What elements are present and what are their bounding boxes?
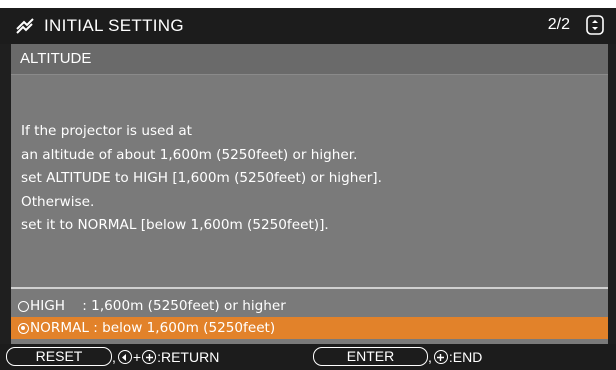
option-label: HIGH : 1,600m (5250feet) or higher [30,298,286,314]
end-hint: , :END [428,349,483,365]
title-bar: INITIAL SETTING 2/2 [0,8,616,44]
panel-title: ALTITUDE [20,50,92,67]
return-hint: , + :RETURN [112,349,220,365]
description-line: If the projector is used at [21,123,193,139]
radio-icon [18,300,29,312]
menu-title: INITIAL SETTING [44,16,184,35]
description-line: an altitude of about 1,600m (5250feet) o… [21,146,358,163]
return-label: :RETURN [157,349,220,365]
reset-button[interactable]: RESET [6,347,112,366]
panel-header: ALTITUDE [11,44,608,75]
description-line: set ALTITUDE to HIGH [1,600m (5250feet) … [21,170,382,186]
option-normal[interactable]: NORMAL : below 1,600m (5250feet) [11,317,608,339]
option-label: NORMAL : below 1,600m (5250feet) [30,320,276,336]
radio-selected-icon [18,322,29,334]
enter-button[interactable]: ENTER [313,347,428,366]
option-high[interactable]: HIGH : 1,600m (5250feet) or higher [11,295,608,317]
key-guide-bar: RESET , + :RETURN ENTER , :END [0,344,616,370]
page-indicator: 2/2 [547,16,570,33]
description-text: If the projector is used at an altitude … [21,120,601,238]
altitude-panel: ALTITUDE If the projector is used at an … [11,44,608,344]
top-band [0,0,616,8]
description-line: Otherwise. [21,193,95,210]
divider [11,287,608,289]
setting-icon [14,15,36,37]
cursor-icon [433,350,448,364]
scroll-icon [586,15,604,35]
cursor-icon [142,350,157,364]
description-line: set it to NORMAL [below 1,600m (5250feet… [21,217,329,233]
end-label: :END [448,349,483,365]
left-arrow-icon [117,350,132,364]
